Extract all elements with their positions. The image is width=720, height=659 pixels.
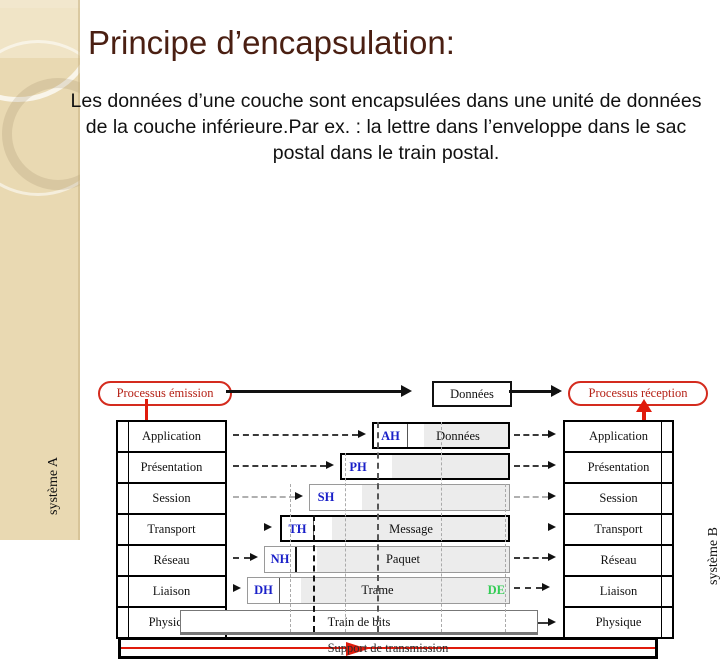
- arrow-right-icon: [548, 461, 556, 469]
- layer-application-b: Application: [565, 422, 672, 453]
- stack-inner-rule: [661, 422, 662, 637]
- layer-reseau-b: Réseau: [565, 546, 672, 577]
- layer-stack-system-a: Application Présentation Session Transpo…: [116, 420, 227, 639]
- layer-physique-b: Physique: [565, 608, 672, 637]
- pdu-name-donnees: Données: [436, 429, 480, 443]
- feed-line-to-b-presentation: [514, 465, 548, 467]
- layer-presentation-b: Présentation: [565, 453, 672, 484]
- pdu-header-ah: AH: [374, 424, 408, 447]
- feed-line-to-b-application: [514, 434, 548, 436]
- layer-liaison-b: Liaison: [565, 577, 672, 608]
- pdu-name-message: Message: [389, 522, 433, 536]
- pdu-header-dh: DH: [248, 578, 280, 603]
- feed-line-reseau: [233, 557, 250, 559]
- red-arrow-up-icon: [636, 399, 652, 412]
- pdu-trailer-de: DE: [487, 583, 505, 597]
- feed-line-session: [233, 496, 295, 498]
- layer-transport-a: Transport: [118, 515, 225, 546]
- pdu-header-nh: NH: [265, 547, 297, 572]
- layer-liaison-a: Liaison: [118, 577, 225, 608]
- arrow-right-icon: [548, 553, 556, 561]
- arrow-right-icon: [233, 584, 241, 592]
- pdu-header-th: TH: [282, 517, 314, 540]
- encapsulation-guide-2: [313, 515, 315, 632]
- body-paragraph: Les données d’une couche sont encapsulée…: [70, 90, 702, 164]
- system-a-label: système A: [46, 457, 61, 515]
- top-data-box: Données: [432, 381, 512, 407]
- arrow-right-icon: [548, 492, 556, 500]
- layer-session-a: Session: [118, 484, 225, 515]
- layer-stack-system-b: Application Présentation Session Transpo…: [563, 420, 674, 639]
- encapsulation-guide-4: [377, 422, 379, 632]
- page-title: Principe d’encapsulation:: [88, 24, 455, 61]
- encapsulation-diagram: Processus émission Données Processus réc…: [0, 185, 720, 659]
- feed-line-presentation: [233, 465, 326, 467]
- feed-line-to-b-reseau: [514, 557, 548, 559]
- encapsulation-guide-5: [441, 422, 442, 632]
- arrow-right-icon: [548, 430, 556, 438]
- pdu-name-session: [342, 485, 509, 510]
- pdu-row-session: SH: [309, 484, 510, 511]
- pdu-header-sh: SH: [317, 490, 335, 504]
- system-b-label: système B: [706, 527, 720, 585]
- emission-to-data-line: [226, 390, 401, 393]
- feed-line-application: [233, 434, 358, 436]
- encapsulation-guide-3: [345, 453, 346, 632]
- layer-session-b: Session: [565, 484, 672, 515]
- arrow-right-icon: [326, 461, 334, 469]
- pdu-header-ph: PH: [349, 460, 367, 474]
- stack-inner-rule: [128, 422, 129, 637]
- arrow-right-icon: [250, 553, 258, 561]
- feed-line-to-b-session: [514, 496, 548, 498]
- encapsulation-guide-6: [505, 484, 506, 632]
- slide-canvas: Principe d’encapsulation: Les données d’…: [0, 0, 720, 659]
- arrow-right-icon: [548, 523, 556, 531]
- layer-application-a: Application: [118, 422, 225, 453]
- arrow-right-icon: [401, 385, 412, 397]
- layer-transport-b: Transport: [565, 515, 672, 546]
- arrow-right-icon: [295, 492, 303, 500]
- transmission-support-label: Support de transmission: [327, 641, 449, 655]
- encapsulation-guide-1: [290, 484, 291, 632]
- feed-line-to-b-liaison: [514, 587, 542, 589]
- layer-reseau-a: Réseau: [118, 546, 225, 577]
- pdu-row-presentation: PH: [340, 453, 510, 480]
- arrow-right-icon: [548, 618, 556, 626]
- emission-process-capsule: Processus émission: [98, 381, 232, 406]
- arrow-right-icon: [264, 523, 272, 531]
- arrow-right-icon: [358, 430, 366, 438]
- pdu-name-paquet: Paquet: [385, 552, 421, 566]
- layer-presentation-a: Présentation: [118, 453, 225, 484]
- transmission-support-bar: Support de transmission: [118, 637, 658, 659]
- arrow-right-icon: [542, 583, 550, 591]
- bit-train-bar: Train de bits: [180, 610, 538, 635]
- pdu-row-reseau: NH Paquet: [264, 546, 510, 573]
- arrow-right-icon: [551, 385, 562, 397]
